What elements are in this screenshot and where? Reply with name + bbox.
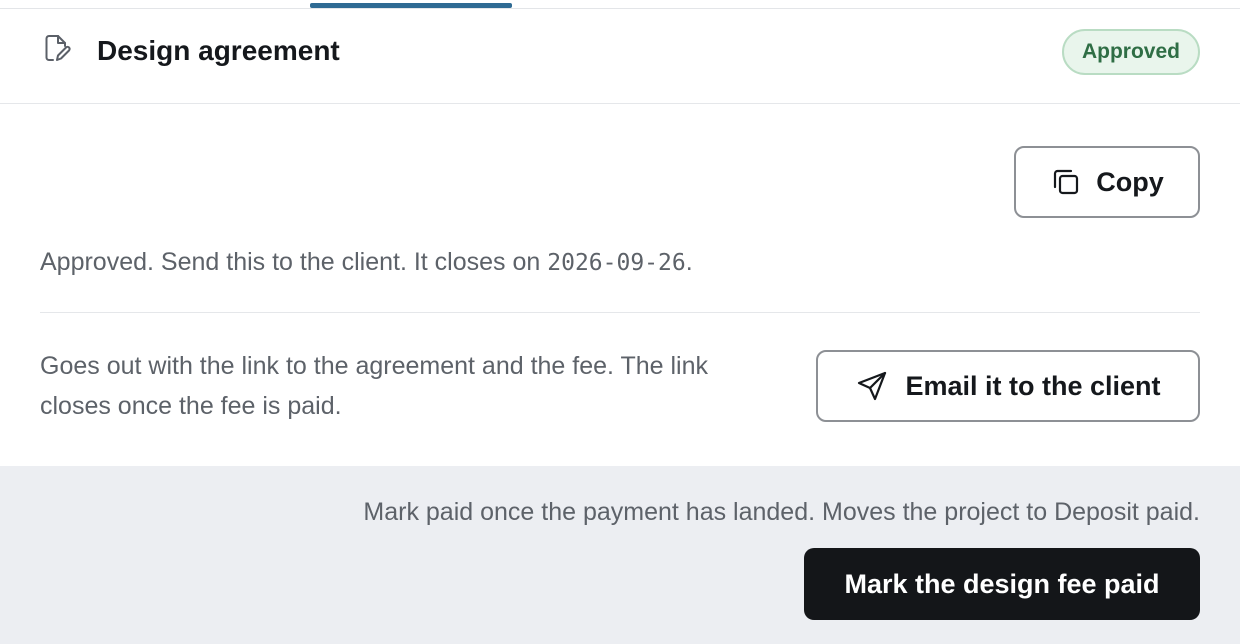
card-header: Design agreement Approved bbox=[0, 9, 1240, 104]
email-client-button-label: Email it to the client bbox=[905, 370, 1161, 401]
status-message: Approved. Send this to the client. It cl… bbox=[40, 244, 693, 281]
document-edit-icon bbox=[42, 33, 72, 63]
close-date: 2026-09-26 bbox=[547, 250, 686, 276]
status-message-text: Approved. Send this to the client. It cl… bbox=[40, 248, 548, 276]
mark-fee-paid-button[interactable]: Mark the design fee paid bbox=[804, 548, 1200, 620]
card-footer: Mark paid once the payment has landed. M… bbox=[0, 466, 1240, 644]
agreement-card: Design agreement Approved Copy Approved.… bbox=[0, 0, 1240, 644]
footer-note: Mark paid once the payment has landed. M… bbox=[363, 498, 1200, 526]
copy-button-label: Copy bbox=[1096, 166, 1164, 197]
email-description: Goes out with the link to the agreement … bbox=[40, 352, 709, 420]
send-icon bbox=[855, 369, 889, 403]
email-client-button[interactable]: Email it to the client bbox=[816, 350, 1200, 422]
status-message-suffix: . bbox=[685, 248, 693, 276]
copy-button[interactable]: Copy bbox=[1014, 146, 1200, 218]
page-title: Design agreement bbox=[97, 35, 340, 66]
status-badge: Approved bbox=[1062, 29, 1200, 75]
copy-icon bbox=[1050, 166, 1082, 198]
section-divider bbox=[40, 312, 1200, 313]
